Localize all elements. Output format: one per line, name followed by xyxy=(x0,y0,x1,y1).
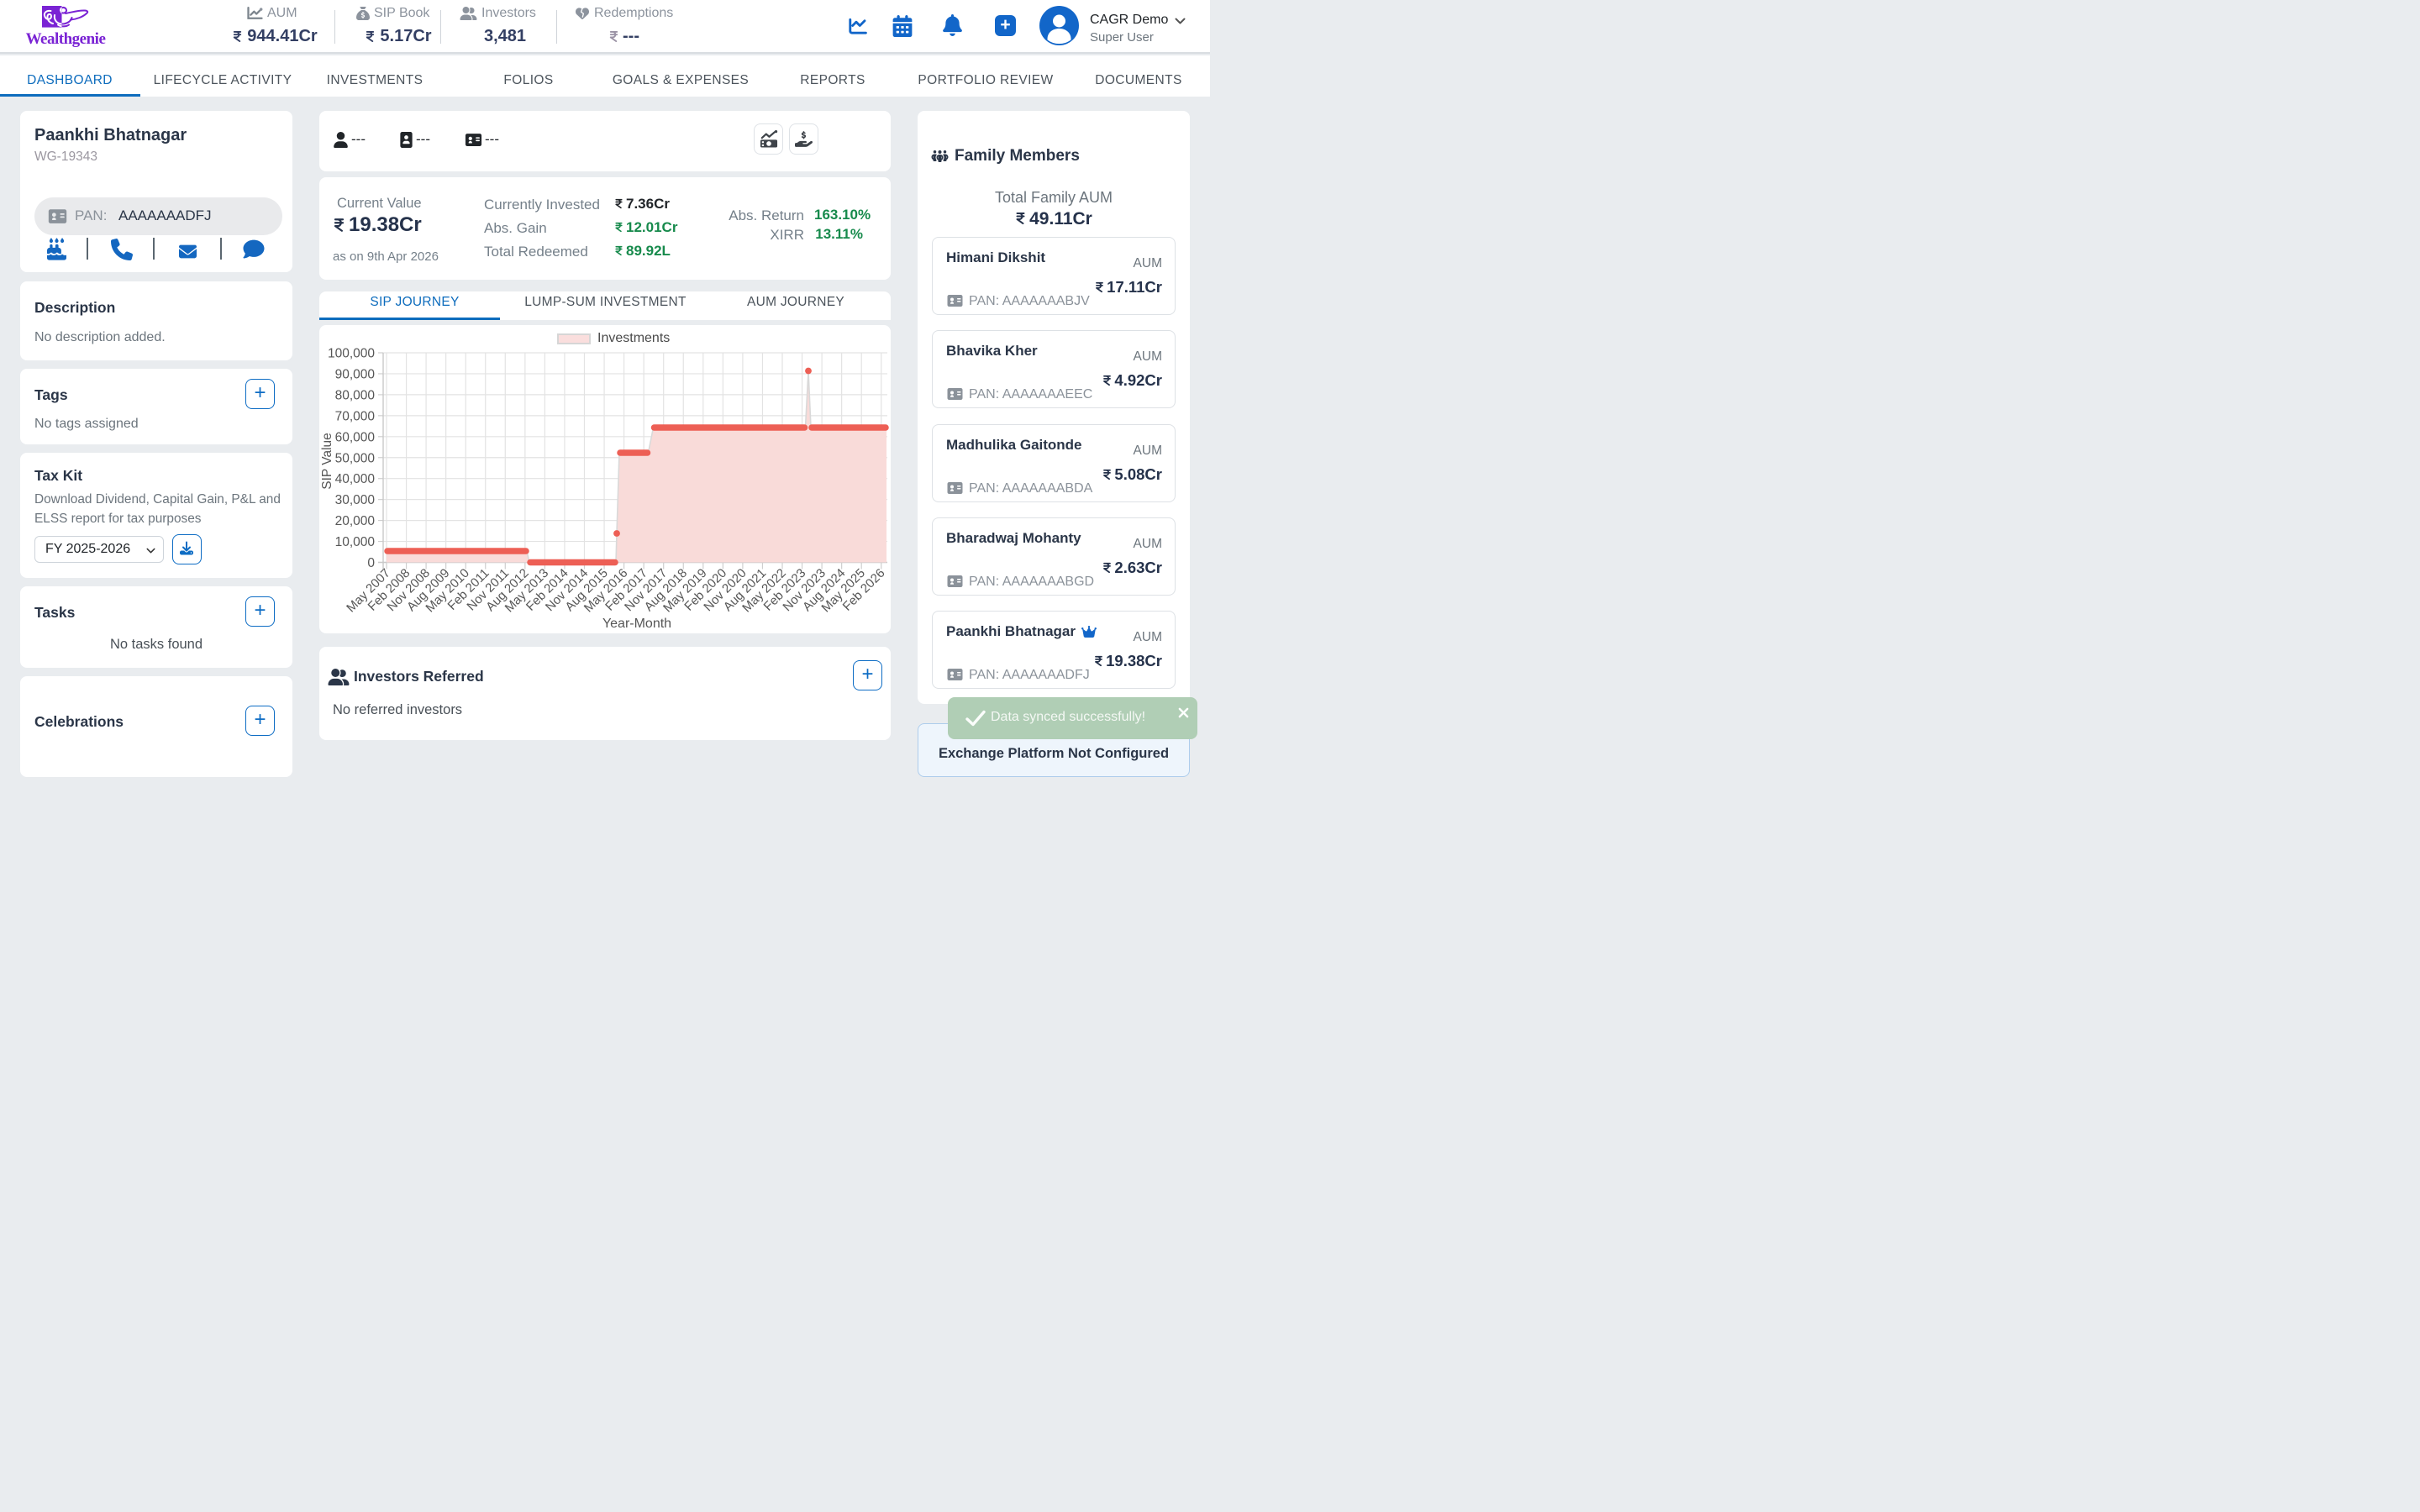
svg-text:80,000: 80,000 xyxy=(335,388,376,402)
svg-text:30,000: 30,000 xyxy=(335,493,376,507)
svg-text:40,000: 40,000 xyxy=(335,472,376,486)
svg-text:20,000: 20,000 xyxy=(335,514,376,528)
svg-text:60,000: 60,000 xyxy=(335,430,376,444)
svg-text:50,000: 50,000 xyxy=(335,451,376,465)
svg-text:70,000: 70,000 xyxy=(335,409,376,423)
svg-text:10,000: 10,000 xyxy=(335,535,376,549)
svg-text:100,000: 100,000 xyxy=(328,347,375,361)
svg-text:0: 0 xyxy=(367,556,375,570)
svg-text:SIP Value: SIP Value xyxy=(320,433,334,490)
svg-text:90,000: 90,000 xyxy=(335,367,376,381)
svg-text:Year-Month: Year-Month xyxy=(602,617,671,631)
